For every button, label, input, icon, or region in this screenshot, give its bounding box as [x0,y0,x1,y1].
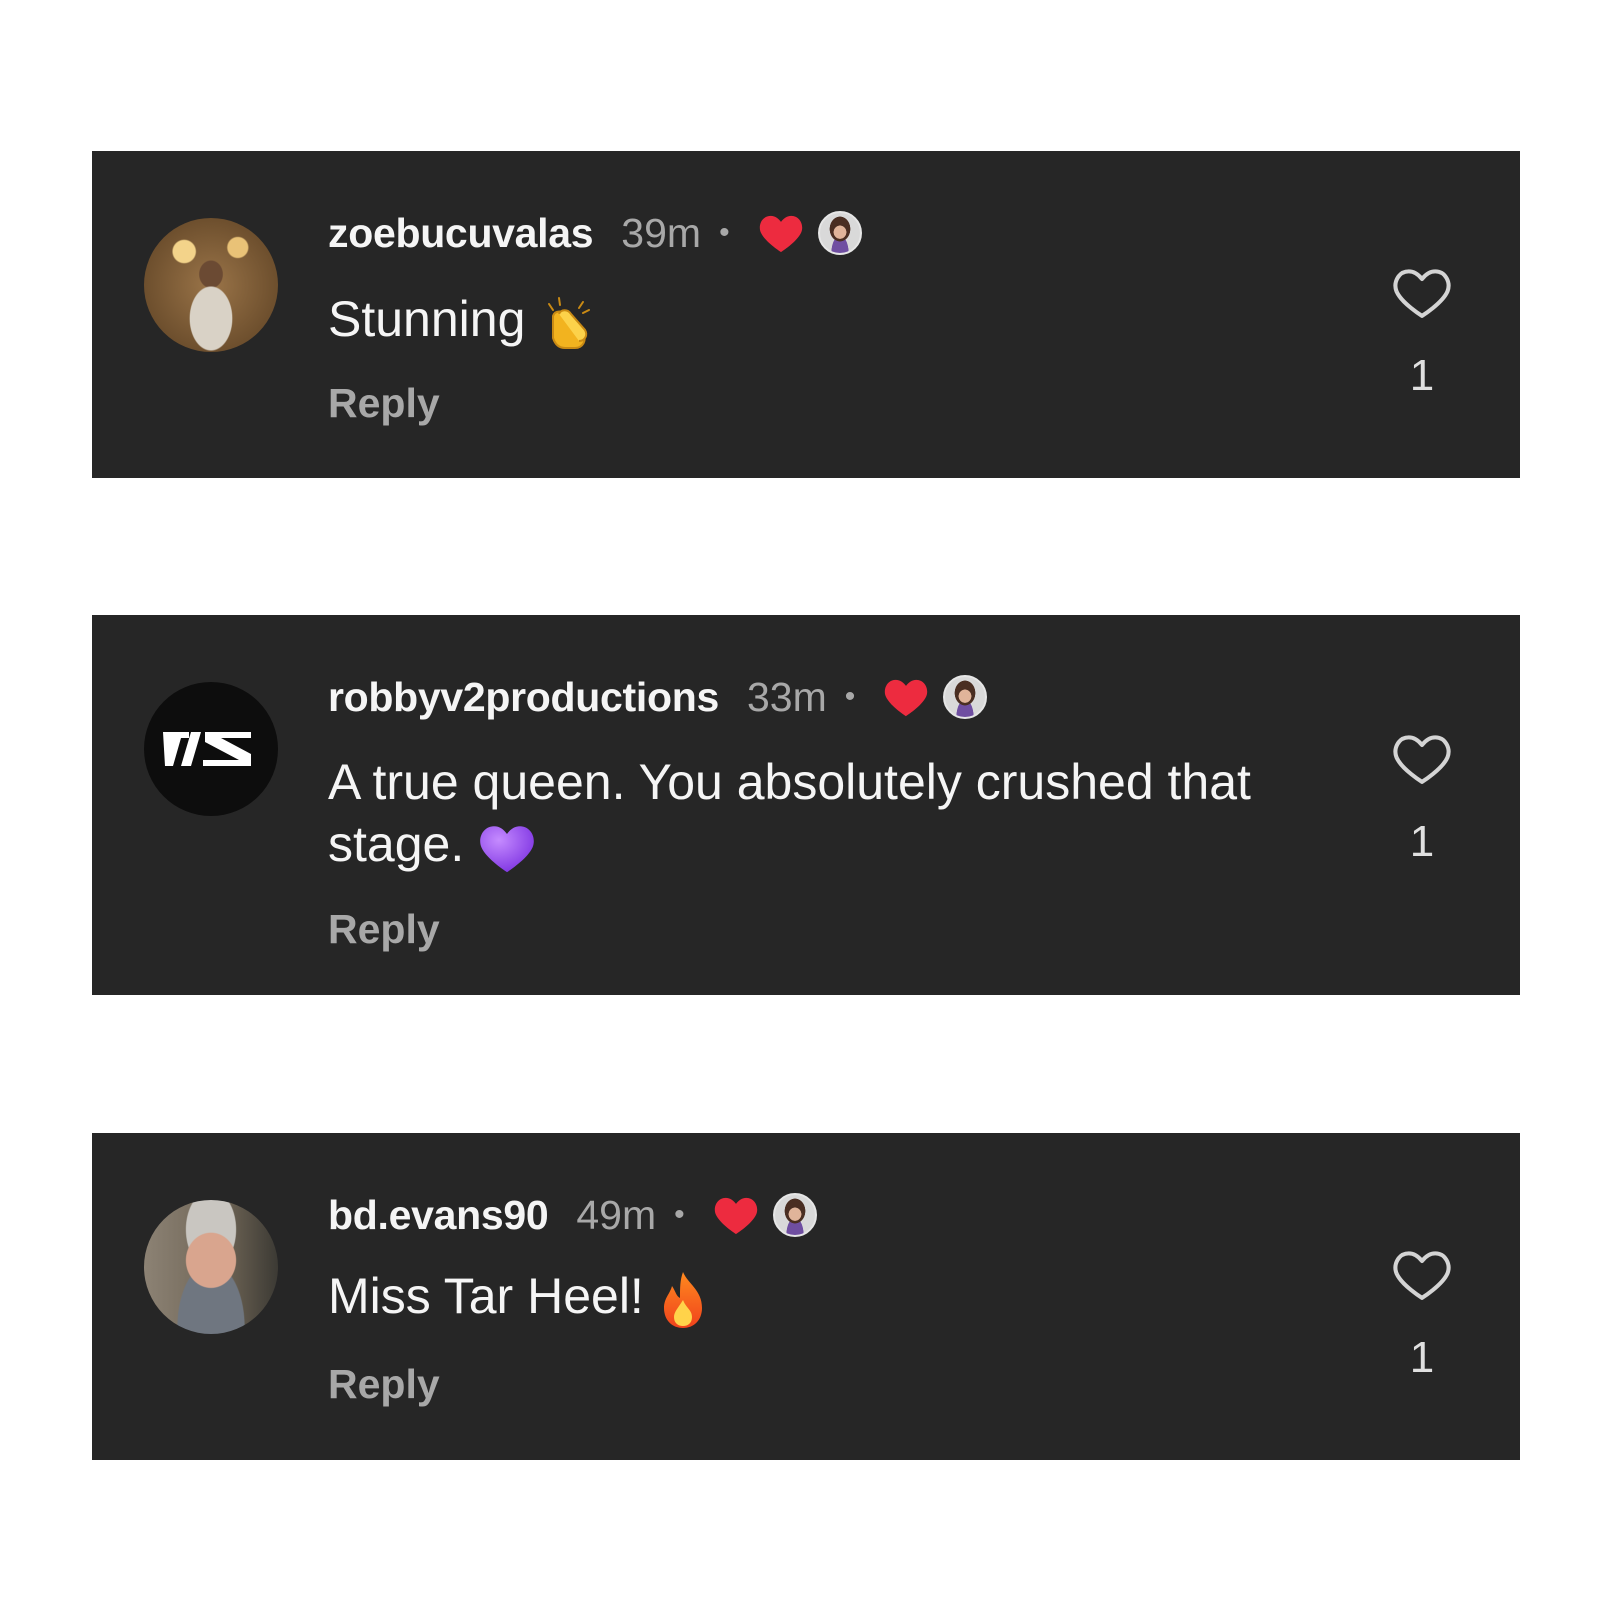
avatar[interactable] [144,1200,278,1334]
timestamp: 49m [576,1191,657,1238]
comment-text: A true queen. You absolutely crushed tha… [328,754,1251,872]
like-count: 1 [1409,1333,1435,1382]
avatar[interactable] [144,218,278,352]
comment-card: V2 robbyv2productions 33m • A true queen… [92,615,1520,995]
comment-body: Miss Tar Heel! [328,1265,1328,1330]
v2-logo: V2 [163,732,251,766]
heart-outline-icon[interactable] [1390,1247,1454,1303]
comment-header: bd.evans90 49m • [328,1190,817,1240]
creator-avatar [772,1193,817,1237]
like-count: 1 [1409,817,1435,866]
comment-card: zoebucuvalas 39m • Stunning Reply 1 [92,151,1520,478]
comment-header: zoebucuvalas 39m • [328,208,862,258]
heart-outline-icon[interactable] [1390,731,1454,787]
comment-body: Stunning [328,288,1328,352]
reply-button[interactable]: Reply [328,1361,440,1408]
username[interactable]: bd.evans90 [328,1192,549,1239]
comment-card: bd.evans90 49m • Miss Tar Heel! Reply 1 [92,1133,1520,1460]
separator-dot: • [844,680,856,713]
separator-dot: • [719,216,730,249]
creator-liked-heart-icon [714,1197,757,1235]
creator-avatar [943,675,988,719]
comment-body: A true queen. You absolutely crushed tha… [328,751,1328,875]
reply-button[interactable]: Reply [328,906,440,953]
creator-liked-heart-icon [885,679,928,717]
avatar[interactable]: V2 [144,682,278,816]
fire-icon [663,1271,702,1328]
username[interactable]: zoebucuvalas [328,210,594,257]
clapping-hands-icon [548,296,591,349]
like-count: 1 [1409,351,1435,400]
timestamp: 33m [746,673,827,720]
comment-text: Miss Tar Heel! [328,1268,644,1324]
purple-heart-icon [480,826,535,872]
separator-dot: • [674,1198,685,1231]
heart-outline-icon[interactable] [1390,265,1454,321]
comment-text: Stunning [328,291,526,347]
comment-header: robbyv2productions 33m • [328,672,988,722]
username[interactable]: robbyv2productions [328,674,719,721]
creator-avatar [817,211,862,255]
reply-button[interactable]: Reply [328,380,440,427]
creator-liked-heart-icon [759,215,802,253]
timestamp: 39m [621,209,702,256]
